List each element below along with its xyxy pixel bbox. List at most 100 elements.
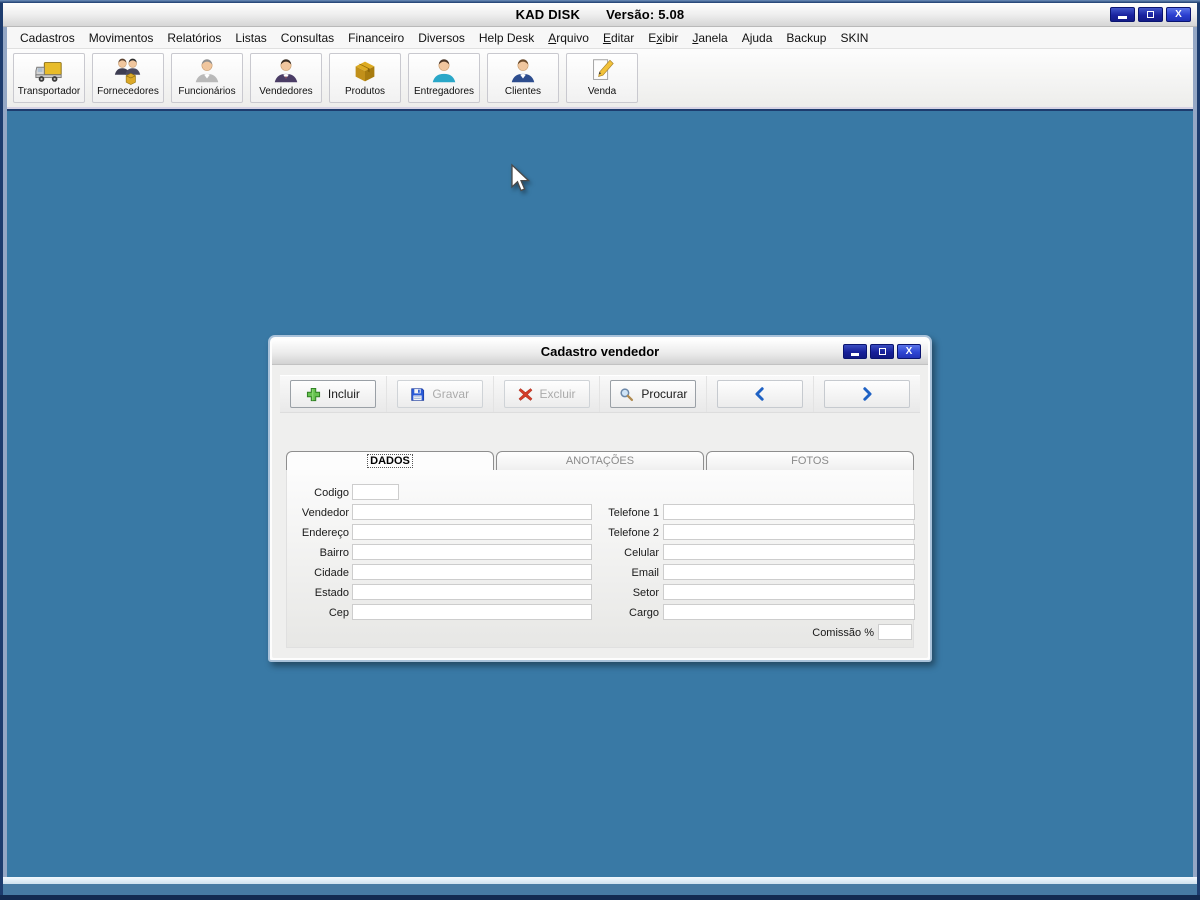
endereco-label: Endereço [301,527,349,539]
menu-ajuda[interactable]: Ajuda [735,29,780,47]
maximize-icon [878,348,886,355]
toolbar-label: Venda [587,86,617,97]
menu-financeiro[interactable]: Financeiro [341,29,411,47]
toolbar-fornecedores-button[interactable]: Fornecedores [92,53,164,103]
product-box-icon [355,61,375,82]
comissao-input[interactable] [878,624,912,640]
bairro-input[interactable] [352,544,592,560]
toolbar-clientes-button[interactable]: Clientes [487,53,559,103]
codigo-label: Codigo [314,487,349,499]
setor-input[interactable] [663,584,915,600]
sale-pencil-icon [593,59,614,80]
window-frame-bottom-edge [0,895,1200,900]
estado-label: Estado [314,587,349,599]
truck-icon [35,62,62,82]
procurar-button[interactable]: Procurar [610,380,697,408]
toolbar-label: Produtos [344,86,386,97]
menu-help-desk[interactable]: Help Desk [472,29,541,47]
menu-exibir[interactable]: Exibir [641,29,685,47]
cidade-input[interactable] [352,564,592,580]
excluir-button: Excluir [503,380,590,408]
menu-movimentos[interactable]: Movimentos [82,29,161,47]
menu-arquivo[interactable]: Arquivo [541,29,596,47]
toolbar-funcionarios-button[interactable]: Funcionários [171,53,243,103]
telefone1-input[interactable] [663,504,915,520]
cep-input[interactable] [352,604,592,620]
button-cell: Procurar [600,376,708,412]
tab-anotacoes[interactable]: ANOTAÇÕES [496,451,704,471]
window-frame-bottom-band [3,884,1197,895]
dialog-title: Cadastro vendedor [540,344,660,359]
button-cell [707,376,815,412]
dialog-close-button[interactable]: X [897,344,921,359]
telefone2-input[interactable] [663,524,915,540]
toolbar-label: Clientes [504,86,542,97]
client-icon [511,59,535,83]
estado-input[interactable] [352,584,592,600]
endereco-input[interactable] [352,524,592,540]
toolbar-venda-button[interactable]: Venda [566,53,638,103]
previous-record-button[interactable] [717,380,804,408]
suppliers-icon [114,58,141,85]
dialog-window-controls: X [843,344,921,359]
tab-fotos[interactable]: FOTOS [706,451,914,471]
cargo-label: Cargo [629,607,659,619]
app-title: KAD DISK [515,7,581,22]
menu-editar[interactable]: Editar [596,29,641,47]
maximize-button[interactable] [1138,7,1163,22]
button-label: Procurar [641,387,688,401]
cargo-input[interactable] [663,604,915,620]
menu-bar: Cadastros Movimentos Relatórios Listas C… [7,27,1193,49]
toolbar-vendedores-button[interactable]: Vendedores [250,53,322,103]
toolbar-label: Vendedores [259,86,313,97]
toolbar-entregadores-button[interactable]: Entregadores [408,53,480,103]
menu-listas[interactable]: Listas [228,29,273,47]
tab-label: ANOTAÇÕES [565,455,635,467]
menu-cadastros[interactable]: Cadastros [13,29,82,47]
menu-janela[interactable]: Janela [685,29,734,47]
toolbar-transportador-button[interactable]: Transportador [13,53,85,103]
email-label: Email [631,567,659,579]
window-frame-bottom-highlight [3,877,1197,884]
search-icon [620,387,634,401]
dialog-tabs: DADOS ANOTAÇÕES FOTOS [286,451,914,471]
codigo-input[interactable] [352,484,399,500]
toolbar-produtos-button[interactable]: Produtos [329,53,401,103]
toolbar-label: Entregadores [413,86,475,97]
courier-icon [432,59,456,83]
menu-consultas[interactable]: Consultas [274,29,341,47]
dialog-action-panel: Incluir Gravar Excluir Procurar [280,375,920,413]
dialog-maximize-button[interactable] [870,344,894,359]
menu-diversos[interactable]: Diversos [411,29,472,47]
delete-x-icon [518,387,532,401]
window-frame-right-inner [1193,27,1197,878]
tab-label: FOTOS [791,455,829,467]
menu-backup[interactable]: Backup [779,29,833,47]
cadastro-vendedor-dialog: Cadastro vendedor X Incluir Gravar Exclu… [268,335,932,662]
button-label: Gravar [432,387,470,401]
arrow-left-icon [755,387,764,401]
vendedor-input[interactable] [352,504,592,520]
gravar-button: Gravar [396,380,483,408]
incluir-button[interactable]: Incluir [289,380,376,408]
telefone1-label: Telefone 1 [608,507,659,519]
celular-input[interactable] [663,544,915,560]
tab-dados[interactable]: DADOS [286,451,494,471]
menu-skin[interactable]: SKIN [833,29,875,47]
next-record-button[interactable] [824,380,911,408]
button-cell: Incluir [280,376,387,412]
arrow-right-icon [863,387,872,401]
minimize-button[interactable] [1110,7,1135,22]
app-version: Versão: 5.08 [606,7,685,22]
minimize-icon [851,353,859,356]
dialog-minimize-button[interactable] [843,344,867,359]
toolbar-label: Funcionários [178,86,236,97]
dialog-body: Incluir Gravar Excluir Procurar DADOS AN… [272,365,928,658]
menu-relatorios[interactable]: Relatórios [160,29,228,47]
setor-label: Setor [632,587,659,599]
close-button[interactable]: X [1166,7,1191,22]
bairro-label: Bairro [319,547,349,559]
email-input[interactable] [663,564,915,580]
button-label: Excluir [539,387,576,401]
plus-icon [306,387,320,401]
